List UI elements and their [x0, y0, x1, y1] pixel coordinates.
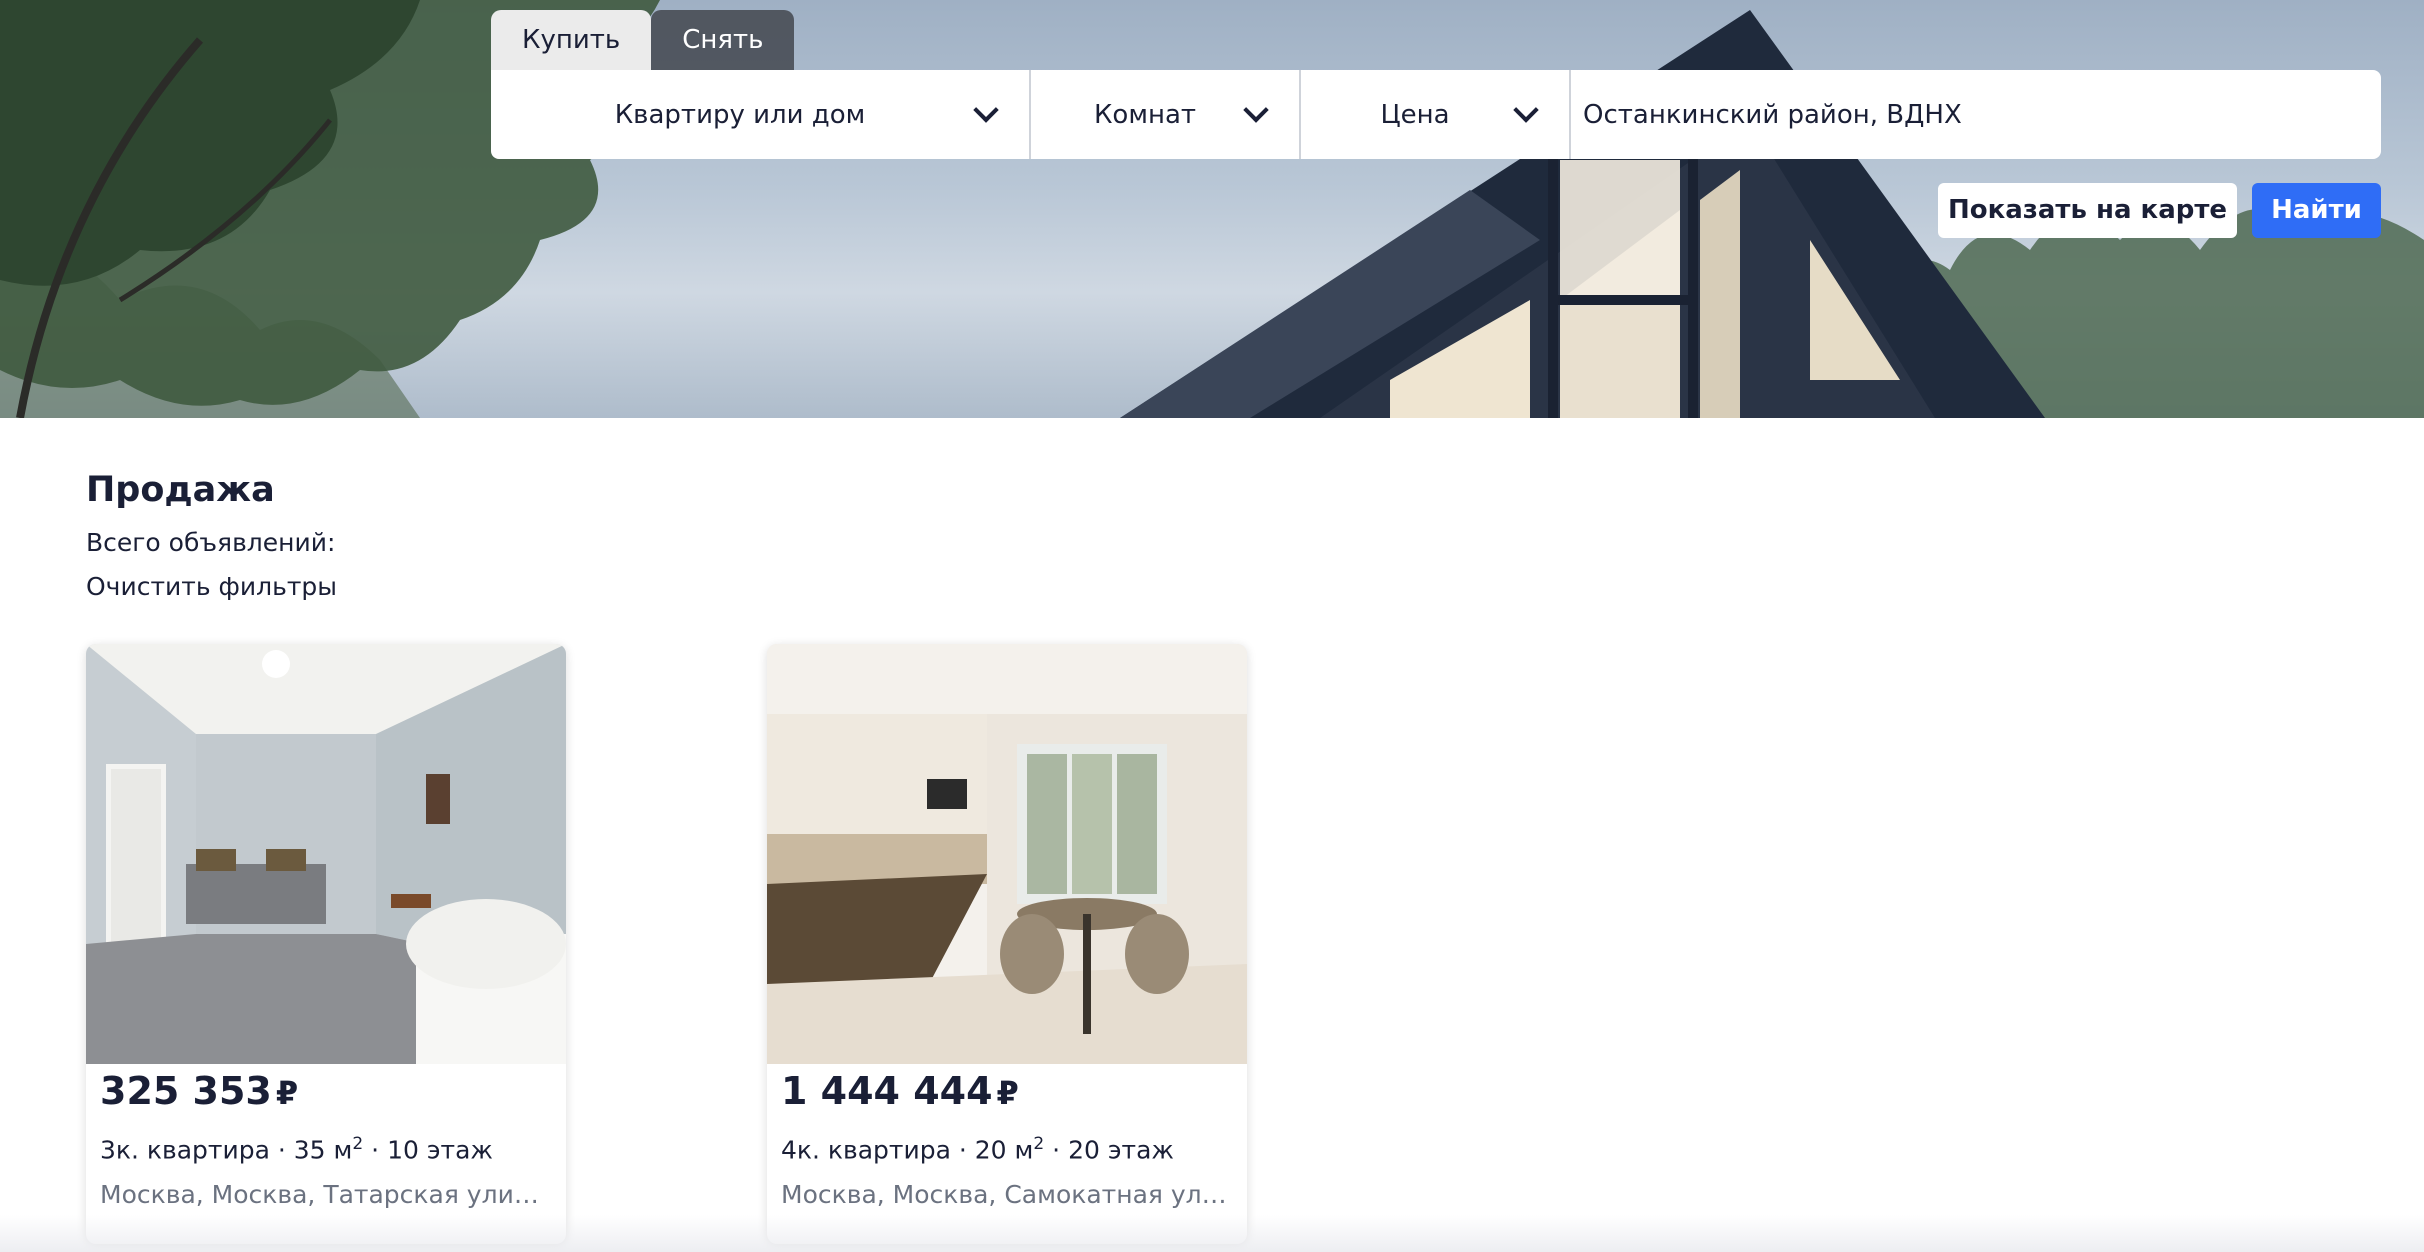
listing-details: 3к. квартира · 35 м2 · 10 этаж: [100, 1134, 493, 1165]
show-on-map-button[interactable]: Показать на карте: [1938, 183, 2237, 238]
property-type-value: Квартиру или дом: [614, 99, 866, 130]
tab-buy[interactable]: Купить: [491, 10, 652, 70]
listing-area: 20 м: [974, 1135, 1034, 1165]
rooms-value: Комнат: [1093, 99, 1197, 130]
listing-floor: 20 этаж: [1068, 1135, 1174, 1165]
chevron-down-icon: [1243, 96, 1269, 123]
search-bar: Квартиру или дом Комнат Цена: [491, 70, 2381, 159]
price-select[interactable]: Цена: [1301, 70, 1571, 159]
listing-rooms: 3к. квартира: [100, 1135, 270, 1165]
find-button[interactable]: Найти: [2252, 183, 2381, 238]
listing-price: 1 444 444 ₽: [781, 1069, 1019, 1113]
total-listings-label: Всего объявлений:: [86, 528, 336, 557]
listing-card[interactable]: 1 444 444 ₽ 4к. квартира · 20 м2 · 20 эта…: [767, 644, 1247, 1244]
property-type-select[interactable]: Квартиру или дом: [491, 70, 1031, 159]
area-unit-superscript: 2: [1033, 1134, 1045, 1154]
rooms-select[interactable]: Комнат: [1031, 70, 1301, 159]
listing-details: 4к. квартира · 20 м2 · 20 этаж: [781, 1134, 1174, 1165]
listing-photo: [767, 644, 1247, 1064]
deal-type-tabs: Купить Снять: [491, 10, 795, 70]
listing-address: Москва, Москва, Татарская улица, 22: [100, 1180, 550, 1209]
listing-floor: 10 этаж: [387, 1135, 493, 1165]
listing-rooms: 4к. квартира: [781, 1135, 951, 1165]
ruble-icon: ₽: [996, 1074, 1019, 1112]
chevron-down-icon: [973, 96, 999, 123]
area-unit-superscript: 2: [352, 1134, 364, 1154]
listing-price: 325 353 ₽: [100, 1069, 298, 1113]
ruble-icon: ₽: [275, 1074, 299, 1112]
listing-address: Москва, Москва, Самокатная улица, 2: [781, 1180, 1231, 1209]
location-input[interactable]: [1571, 70, 2381, 159]
listing-price-value: 325 353: [100, 1069, 272, 1113]
listing-price-value: 1 444 444: [781, 1069, 993, 1113]
hero-banner: Купить Снять Квартиру или дом Комнат Цен…: [0, 0, 2424, 418]
tab-rent[interactable]: Снять: [651, 10, 795, 70]
clear-filters-link[interactable]: Очистить фильтры: [86, 572, 337, 601]
listing-area: 35 м: [293, 1135, 353, 1165]
price-value: Цена: [1380, 99, 1450, 130]
chevron-down-icon: [1513, 96, 1539, 123]
listing-card[interactable]: 325 353 ₽ 3к. квартира · 35 м2 · 10 этаж …: [86, 644, 566, 1244]
listing-photo: [86, 644, 566, 1064]
section-title: Продажа: [86, 470, 275, 510]
